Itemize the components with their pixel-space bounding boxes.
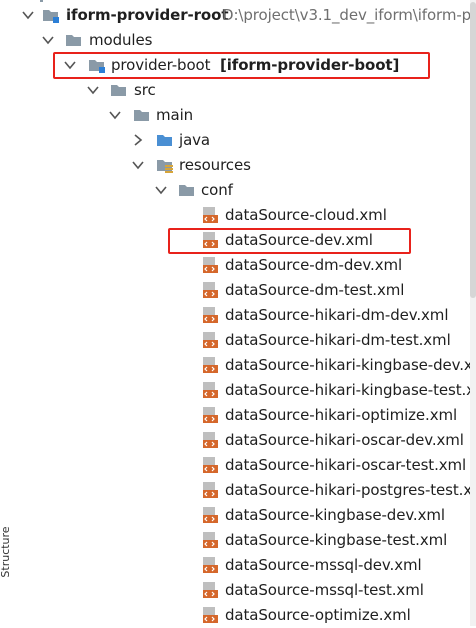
- file-name: dataSource-hikari-dm-dev.xml: [225, 306, 449, 324]
- file-name: dataSource-kingbase-dev.xml: [225, 506, 445, 524]
- file-name: dataSource-hikari-optimize.xml: [225, 406, 458, 424]
- file-name: dataSource-hikari-kingbase-dev.xml: [225, 356, 476, 374]
- tree-row-file[interactable]: dataSource-cloud.xml: [0, 203, 476, 228]
- file-name: dataSource-hikari-postgres-test.xml: [225, 481, 476, 499]
- conf-label: conf: [201, 181, 233, 199]
- chevron-down-icon[interactable]: [86, 83, 100, 97]
- xml-file-icon: [203, 432, 218, 448]
- root-project-name: iform-provider-root: [66, 6, 229, 24]
- tree-row-file[interactable]: dataSource-kingbase-test.xml: [0, 528, 476, 553]
- xml-file-icon: [203, 582, 218, 598]
- xml-file-icon: [203, 482, 218, 498]
- file-name: dataSource-kingbase-test.xml: [225, 531, 448, 549]
- tree-row-file[interactable]: dataSource-hikari-dm-dev.xml: [0, 303, 476, 328]
- folder-icon: [66, 35, 81, 46]
- xml-file-icon: [203, 332, 218, 348]
- tree-row-file[interactable]: dataSource-hikari-optimize.xml: [0, 403, 476, 428]
- tree-row-file[interactable]: dataSource-hikari-kingbase-test.xml: [0, 378, 476, 403]
- tree-row-resources[interactable]: resources: [0, 153, 476, 178]
- file-name: dataSource-dm-dev.xml: [225, 256, 403, 274]
- tree-guide-line: [40, 0, 43, 2]
- file-name: dataSource-hikari-oscar-test.xml: [225, 456, 467, 474]
- folder-icon: [179, 185, 194, 196]
- root-project-path: D:\project\v3.1_dev_iform\iform-p: [222, 6, 472, 24]
- scrollbar-thumb[interactable]: [470, 2, 476, 298]
- resources-folder-icon: [157, 160, 173, 173]
- xml-file-icon: [203, 282, 218, 298]
- chevron-down-icon[interactable]: [131, 158, 145, 172]
- xml-file-icon: [203, 257, 218, 273]
- xml-file-icon: [203, 557, 218, 573]
- resources-label: resources: [179, 156, 251, 174]
- file-name: dataSource-dm-test.xml: [225, 281, 405, 299]
- vertical-scrollbar[interactable]: [470, 0, 476, 626]
- chevron-down-icon[interactable]: [63, 58, 77, 72]
- java-source-folder-icon: [157, 135, 172, 146]
- chevron-down-icon[interactable]: [21, 8, 35, 22]
- module-folder-icon: [89, 60, 105, 73]
- xml-file-icon: [203, 232, 218, 248]
- file-name: dataSource-mssql-dev.xml: [225, 556, 422, 574]
- file-name: dataSource-optimize.xml: [225, 606, 411, 624]
- chevron-right-icon[interactable]: [131, 133, 145, 147]
- tree-row-conf[interactable]: conf: [0, 178, 476, 203]
- module-folder-icon: [43, 10, 59, 23]
- xml-file-icon: [203, 457, 218, 473]
- xml-file-icon: [203, 532, 218, 548]
- xml-file-icon: [203, 607, 218, 623]
- xml-file-icon: [203, 507, 218, 523]
- chevron-down-icon[interactable]: [154, 183, 168, 197]
- tree-row-file[interactable]: dataSource-hikari-oscar-dev.xml: [0, 428, 476, 453]
- file-name: dataSource-dev.xml: [225, 231, 373, 249]
- tree-row-file[interactable]: dataSource-hikari-kingbase-dev.xml: [0, 353, 476, 378]
- provider-boot-artifact: [iform-provider-boot]: [220, 56, 400, 74]
- tree-row-file[interactable]: dataSource-kingbase-dev.xml: [0, 503, 476, 528]
- xml-file-icon: [203, 407, 218, 423]
- project-tree: iform-provider-root D:\project\v3.1_dev_…: [0, 0, 476, 626]
- file-name: dataSource-hikari-oscar-dev.xml: [225, 431, 464, 449]
- file-name: dataSource-hikari-kingbase-test.xml: [225, 381, 476, 399]
- xml-file-icon: [203, 357, 218, 373]
- xml-file-icon: [203, 307, 218, 323]
- chevron-down-icon[interactable]: [41, 33, 55, 47]
- xml-file-icon: [203, 382, 218, 398]
- tree-row-file[interactable]: dataSource-dm-test.xml: [0, 278, 476, 303]
- file-name: dataSource-cloud.xml: [225, 206, 387, 224]
- tree-row-file[interactable]: dataSource-hikari-oscar-test.xml: [0, 453, 476, 478]
- modules-label: modules: [89, 31, 153, 49]
- chevron-down-icon[interactable]: [108, 108, 122, 122]
- tree-row-java[interactable]: java: [0, 128, 476, 153]
- folder-icon: [134, 110, 149, 121]
- file-name: dataSource-hikari-dm-test.xml: [225, 331, 451, 349]
- tree-row-modules[interactable]: modules: [0, 28, 476, 53]
- main-label: main: [156, 106, 194, 124]
- java-label: java: [179, 131, 211, 149]
- folder-icon: [111, 85, 126, 96]
- tree-row-provider-boot[interactable]: provider-boot [iform-provider-boot]: [0, 53, 476, 78]
- tree-row-file[interactable]: dataSource-mssql-test.xml: [0, 578, 476, 603]
- provider-boot-label: provider-boot: [111, 56, 211, 74]
- tree-row-root[interactable]: iform-provider-root D:\project\v3.1_dev_…: [0, 3, 476, 28]
- src-label: src: [134, 81, 156, 99]
- tree-row-file[interactable]: dataSource-dm-dev.xml: [0, 253, 476, 278]
- tree-row-file[interactable]: dataSource-mssql-dev.xml: [0, 553, 476, 578]
- tree-row-file[interactable]: dataSource-optimize.xml: [0, 603, 476, 628]
- file-name: dataSource-mssql-test.xml: [225, 581, 424, 599]
- tree-row-src[interactable]: src: [0, 78, 476, 103]
- xml-file-icon: [203, 207, 218, 223]
- tree-row-main[interactable]: main: [0, 103, 476, 128]
- tree-row-file[interactable]: dataSource-hikari-dm-test.xml: [0, 328, 476, 353]
- tree-row-file[interactable]: dataSource-dev.xml: [0, 228, 476, 253]
- structure-tab[interactable]: Structure: [0, 512, 12, 592]
- tree-row-file[interactable]: dataSource-hikari-postgres-test.xml: [0, 478, 476, 503]
